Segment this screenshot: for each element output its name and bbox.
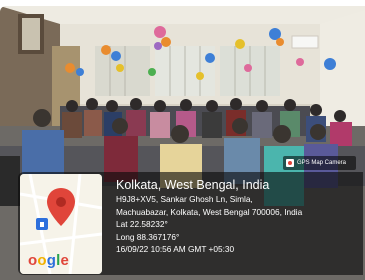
latitude: Lat 22.58232° [116, 219, 168, 230]
badge-label: GPS Map Camera [297, 160, 347, 166]
lock-icon [36, 218, 48, 230]
timestamp: 16/09/22 10:56 AM GMT +05:30 [116, 244, 235, 255]
location-title: Kolkata, West Bengal, India [116, 178, 270, 192]
address-line-1: H9J8+XV5, Sankar Ghosh Ln, Simla, [116, 194, 253, 204]
gps-map-camera-badge: GPS Map Camera [283, 156, 356, 170]
address-line-2: Machuabazar, Kolkata, West Bengal 700006… [116, 206, 303, 217]
photo-frame: GPS Map Camera oogle Kolkata, West Benga… [0, 0, 365, 280]
gps-map-camera-icon [286, 159, 294, 167]
google-watermark: oogle [28, 252, 70, 269]
gps-info-text: Kolkata, West Bengal, India H9J8+XV5, Sa… [116, 177, 362, 256]
map-thumbnail: oogle [20, 174, 102, 274]
longitude: Long 88.367176° [116, 231, 180, 242]
